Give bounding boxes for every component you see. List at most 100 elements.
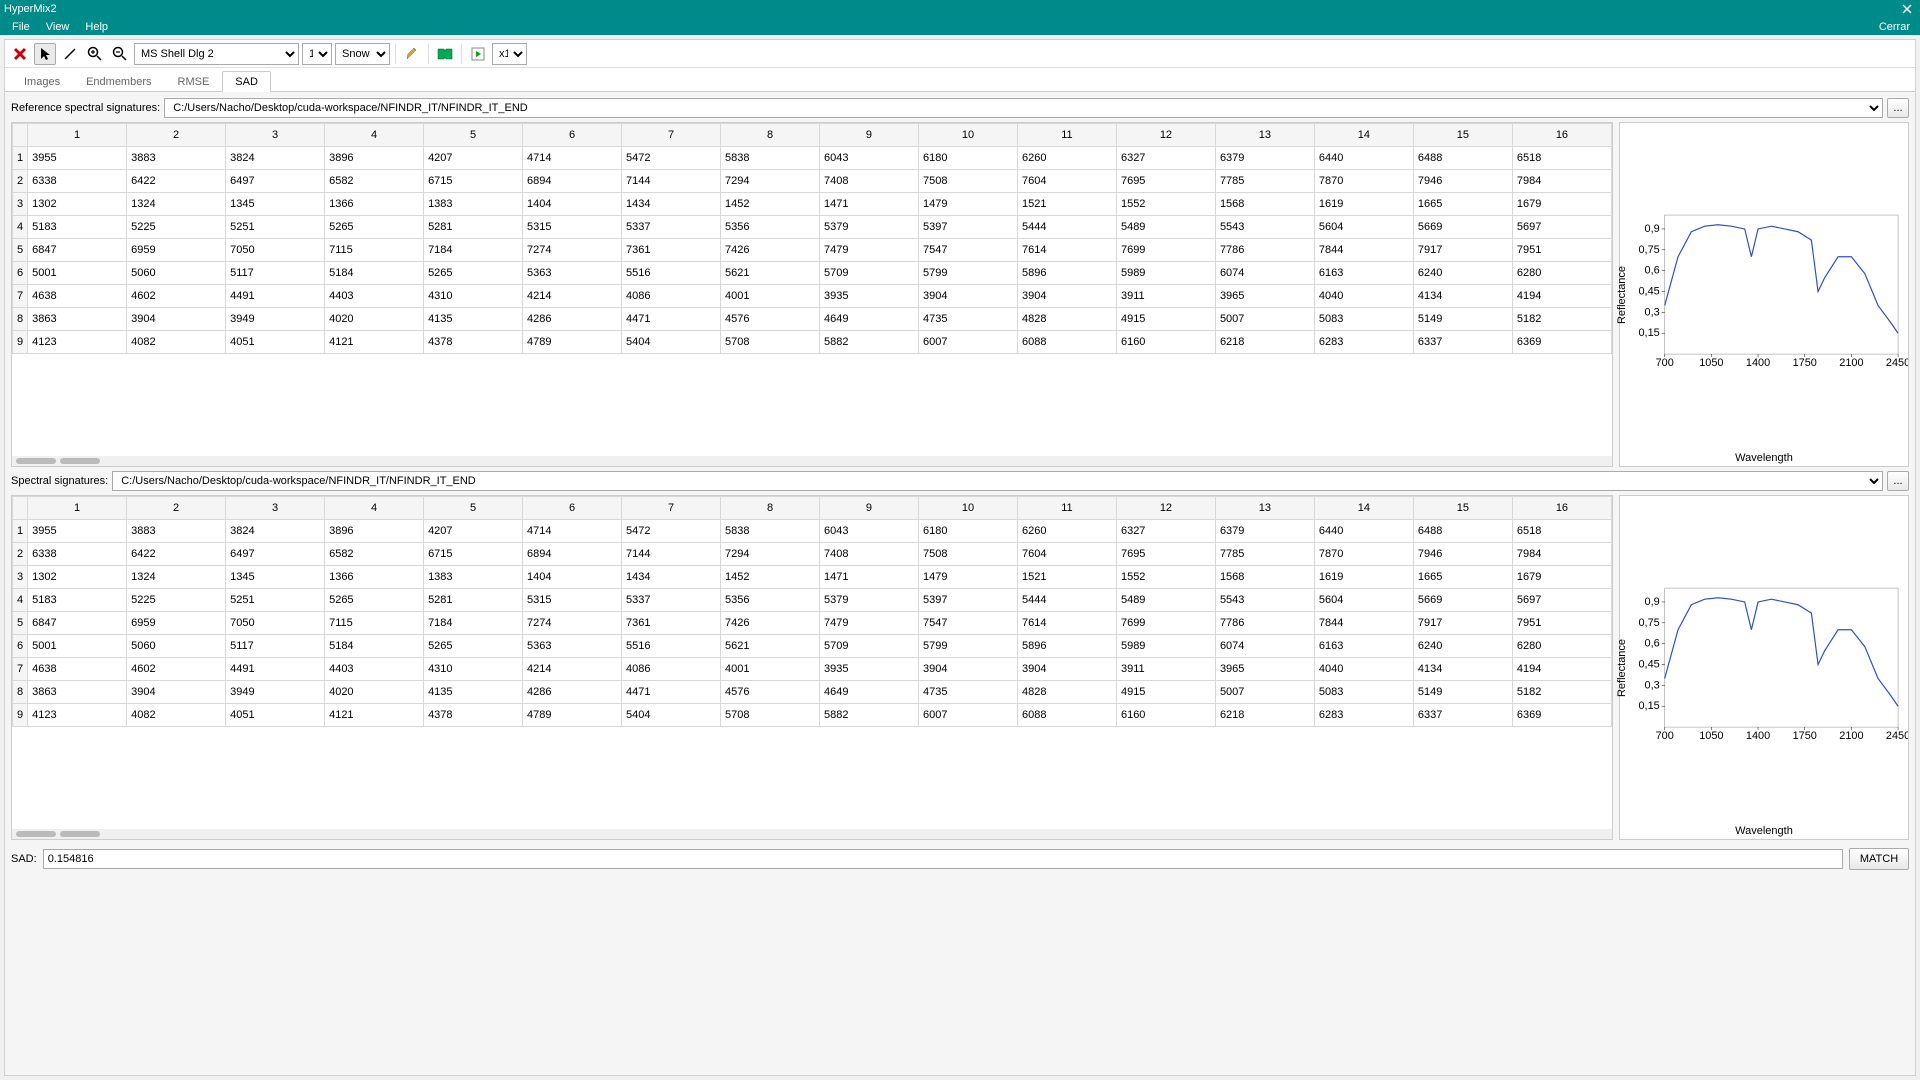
- cell[interactable]: 4207: [424, 147, 523, 170]
- cell[interactable]: 5669: [1413, 216, 1512, 239]
- cell[interactable]: 4121: [325, 704, 424, 727]
- spectral-table[interactable]: 1234567891011121314151613955388338243896…: [11, 495, 1613, 840]
- cell[interactable]: 6337: [1413, 331, 1512, 354]
- cell[interactable]: 4649: [820, 681, 919, 704]
- col-header[interactable]: 11: [1017, 124, 1116, 147]
- cell[interactable]: 3863: [28, 308, 127, 331]
- cell[interactable]: 6218: [1215, 704, 1314, 727]
- cell[interactable]: 3883: [127, 520, 226, 543]
- cell[interactable]: 7408: [820, 170, 919, 193]
- cell[interactable]: 7184: [424, 612, 523, 635]
- cell[interactable]: 5184: [325, 635, 424, 658]
- cell[interactable]: 6074: [1215, 262, 1314, 285]
- match-button[interactable]: MATCH: [1849, 848, 1909, 870]
- cell[interactable]: 4135: [424, 308, 523, 331]
- fontsize-select[interactable]: 14: [302, 43, 332, 65]
- cell[interactable]: 3911: [1116, 285, 1215, 308]
- cell[interactable]: 5708: [721, 704, 820, 727]
- cell[interactable]: 6180: [918, 520, 1017, 543]
- cell[interactable]: 3911: [1116, 658, 1215, 681]
- cell[interactable]: 5543: [1215, 589, 1314, 612]
- cell[interactable]: 1383: [424, 566, 523, 589]
- cell[interactable]: 4082: [127, 331, 226, 354]
- cell[interactable]: 7604: [1017, 170, 1116, 193]
- cell[interactable]: 5117: [226, 635, 325, 658]
- cell[interactable]: 1479: [918, 193, 1017, 216]
- cell[interactable]: 4121: [325, 331, 424, 354]
- cell[interactable]: 5060: [127, 262, 226, 285]
- cell[interactable]: 1552: [1116, 193, 1215, 216]
- cell[interactable]: 5182: [1512, 308, 1611, 331]
- col-header[interactable]: 9: [820, 124, 919, 147]
- cell[interactable]: 6440: [1314, 147, 1413, 170]
- cell[interactable]: 4286: [523, 681, 622, 704]
- cell[interactable]: 7695: [1116, 543, 1215, 566]
- cell[interactable]: 1366: [325, 193, 424, 216]
- cell[interactable]: 5356: [721, 216, 820, 239]
- cell[interactable]: 3896: [325, 147, 424, 170]
- cell[interactable]: 1665: [1413, 193, 1512, 216]
- cell[interactable]: 4828: [1017, 308, 1116, 331]
- cell[interactable]: 4286: [523, 308, 622, 331]
- cell[interactable]: 1434: [622, 566, 721, 589]
- cell[interactable]: 7984: [1512, 170, 1611, 193]
- cell[interactable]: 6369: [1512, 331, 1611, 354]
- cell[interactable]: 5265: [325, 216, 424, 239]
- cell[interactable]: 5882: [820, 704, 919, 727]
- cell[interactable]: 7479: [820, 612, 919, 635]
- cell[interactable]: 5489: [1116, 589, 1215, 612]
- cell[interactable]: 5251: [226, 589, 325, 612]
- cell[interactable]: 3949: [226, 681, 325, 704]
- cell[interactable]: 7144: [622, 543, 721, 566]
- cell[interactable]: 5838: [721, 520, 820, 543]
- cell[interactable]: 4086: [622, 285, 721, 308]
- play-button[interactable]: [467, 43, 489, 65]
- cell[interactable]: 4471: [622, 308, 721, 331]
- cell[interactable]: 5799: [918, 635, 1017, 658]
- cell[interactable]: 3935: [820, 285, 919, 308]
- cell[interactable]: 7050: [226, 239, 325, 262]
- cell[interactable]: 5896: [1017, 635, 1116, 658]
- cell[interactable]: 1366: [325, 566, 424, 589]
- cell[interactable]: 7695: [1116, 170, 1215, 193]
- col-header[interactable]: 5: [424, 497, 523, 520]
- cell[interactable]: 3965: [1215, 658, 1314, 681]
- cell[interactable]: 6007: [918, 704, 1017, 727]
- brush-button[interactable]: [401, 43, 423, 65]
- col-header[interactable]: 12: [1116, 124, 1215, 147]
- menu-view[interactable]: View: [38, 21, 78, 33]
- cell[interactable]: 4471: [622, 681, 721, 704]
- cell[interactable]: 6283: [1314, 331, 1413, 354]
- cell[interactable]: 7115: [325, 612, 424, 635]
- cell[interactable]: 4051: [226, 331, 325, 354]
- cell[interactable]: 5149: [1413, 681, 1512, 704]
- cell[interactable]: 4491: [226, 285, 325, 308]
- cell[interactable]: 5709: [820, 635, 919, 658]
- cell[interactable]: 4020: [325, 308, 424, 331]
- cell[interactable]: 7870: [1314, 543, 1413, 566]
- cell[interactable]: 7785: [1215, 543, 1314, 566]
- cell[interactable]: 5397: [918, 216, 1017, 239]
- cell[interactable]: 5489: [1116, 216, 1215, 239]
- cell[interactable]: 5183: [28, 589, 127, 612]
- cell[interactable]: 5182: [1512, 681, 1611, 704]
- cell[interactable]: 6847: [28, 612, 127, 635]
- cell[interactable]: 7786: [1215, 612, 1314, 635]
- cell[interactable]: 1345: [226, 193, 325, 216]
- cell[interactable]: 1568: [1215, 193, 1314, 216]
- cell[interactable]: 7951: [1512, 612, 1611, 635]
- col-header[interactable]: 3: [226, 497, 325, 520]
- reference-table[interactable]: 1234567891011121314151613955388338243896…: [11, 122, 1613, 467]
- cell[interactable]: 7508: [918, 170, 1017, 193]
- cell[interactable]: 4194: [1512, 658, 1611, 681]
- cell[interactable]: 1404: [523, 193, 622, 216]
- table-row[interactable]: 5684769597050711571847274736174267479754…: [13, 239, 1612, 262]
- cell[interactable]: 6959: [127, 612, 226, 635]
- cell[interactable]: 1471: [820, 566, 919, 589]
- cell[interactable]: 7614: [1017, 239, 1116, 262]
- cell[interactable]: 4602: [127, 658, 226, 681]
- cell[interactable]: 6160: [1116, 704, 1215, 727]
- cell[interactable]: 1383: [424, 193, 523, 216]
- cell[interactable]: 5083: [1314, 681, 1413, 704]
- cell[interactable]: 6379: [1215, 147, 1314, 170]
